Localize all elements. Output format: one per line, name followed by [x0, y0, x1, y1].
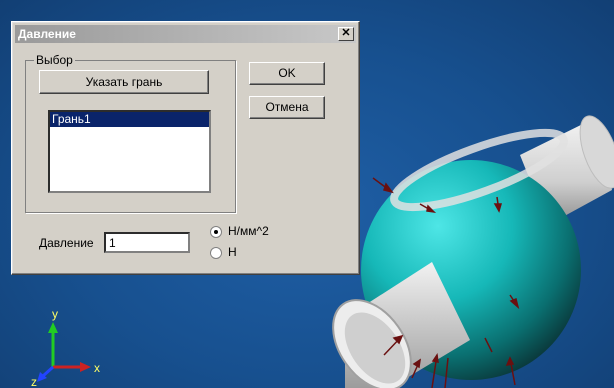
close-button[interactable]: ✕ [338, 27, 354, 41]
axis-z-label: z [31, 375, 37, 388]
dialog-title: Давление [18, 27, 76, 41]
unit-label-n: Н [228, 245, 237, 259]
list-item[interactable]: Грань1 [50, 112, 209, 127]
unit-radio-n-per-mm2[interactable]: Н/мм^2 [210, 223, 269, 239]
face-list[interactable]: Грань1 [48, 110, 211, 193]
select-face-button-label: Указать грань [85, 75, 163, 89]
pressure-dialog: Давление ✕ Выбор Указать грань Грань1 OK… [11, 21, 360, 275]
cancel-button[interactable]: Отмена [249, 96, 325, 119]
selection-group-label: Выбор [34, 53, 75, 67]
axis-y-label: y [52, 307, 58, 321]
unit-label-n-per-mm2: Н/мм^2 [228, 224, 269, 238]
close-icon: ✕ [341, 27, 351, 39]
dialog-titlebar[interactable]: Давление ✕ [15, 25, 356, 43]
ok-button[interactable]: OK [249, 62, 325, 85]
radio-checked-icon[interactable] [210, 225, 222, 238]
axis-x-label: x [94, 361, 100, 375]
unit-radio-n[interactable]: Н [210, 244, 237, 260]
select-face-button[interactable]: Указать грань [39, 70, 209, 94]
pressure-input[interactable] [104, 232, 190, 253]
cancel-button-label: Отмена [265, 100, 309, 114]
radio-unchecked-icon[interactable] [210, 246, 222, 259]
pressure-label: Давление [39, 236, 94, 250]
axis-triad: y x z [31, 307, 100, 388]
ok-button-label: OK [278, 66, 296, 80]
